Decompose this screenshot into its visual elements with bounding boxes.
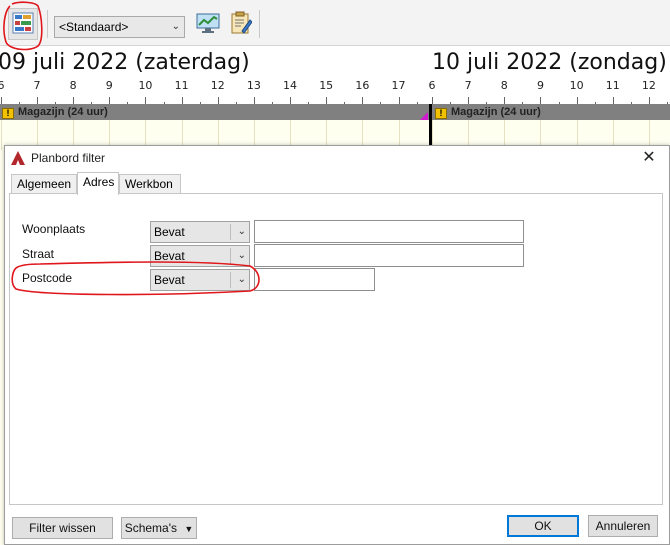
hour-label: 6 [428, 79, 436, 92]
monitor-button[interactable] [193, 8, 223, 40]
planbord-filter-button[interactable] [8, 8, 38, 40]
hour-label: 9 [536, 79, 544, 92]
hour-label: 7 [464, 79, 472, 92]
warning-icon: ! [435, 108, 447, 119]
straat-label: Straat [22, 247, 55, 261]
tab-adres[interactable]: Adres [77, 172, 119, 195]
resource-name: Magazijn (24 uur) [451, 106, 541, 118]
schemas-dropdown-button[interactable]: Schema's ▼ [121, 517, 197, 539]
dialog-titlebar: Planbord filter ✕ [5, 146, 669, 170]
hour-label: 9 [105, 79, 113, 92]
toolbar-separator [47, 10, 48, 38]
app-logo-icon [11, 151, 25, 168]
toolbar: <Standaard> ⌄ [0, 0, 670, 46]
hour-label: 11 [605, 79, 620, 92]
hour-label: 6 [0, 79, 5, 92]
hour-label: 13 [246, 79, 261, 92]
clipboard-edit-icon [230, 11, 253, 38]
view-select-value: <Standaard> [59, 20, 129, 34]
straat-operator-select[interactable]: Bevat ⌄ [150, 245, 250, 267]
planbord-filter-dialog: Planbord filter ✕ Algemeen Adres Werkbon… [4, 145, 670, 545]
tab-werkbon[interactable]: Werkbon [119, 174, 181, 194]
combo-divider [230, 272, 231, 288]
woonplaats-operator-select[interactable]: Bevat ⌄ [150, 221, 250, 243]
hour-label: 10 [569, 79, 584, 92]
close-icon[interactable]: ✕ [639, 148, 659, 168]
hour-label: 16 [355, 79, 370, 92]
current-time-marker [420, 112, 428, 120]
grid-line [1, 120, 2, 150]
annuleren-button[interactable]: Annuleren [588, 515, 658, 537]
day-label-sunday: 10 juli 2022 (zondag) [432, 50, 667, 75]
warning-icon: ! [2, 108, 14, 119]
hour-scale: 6 7 8 9 10 11 12 13 14 15 16 17 6 7 8 9 10 11 12 [0, 76, 670, 106]
current-time-line [429, 104, 432, 146]
hour-label: 12 [210, 79, 225, 92]
resource-name: Magazijn (24 uur) [18, 106, 108, 118]
postcode-operator-select[interactable]: Bevat ⌄ [150, 269, 250, 291]
postcode-input[interactable] [254, 268, 375, 291]
postcode-label: Postcode [22, 271, 73, 285]
straat-operator-value: Bevat [154, 249, 185, 263]
dialog-title: Planbord filter [31, 151, 106, 165]
view-select[interactable]: <Standaard> ⌄ [54, 16, 185, 38]
chevron-down-icon: ⌄ [237, 226, 246, 237]
hour-label: 8 [500, 79, 508, 92]
hour-label: 7 [33, 79, 41, 92]
postcode-operator-value: Bevat [154, 273, 185, 287]
woonplaats-label: Woonplaats [22, 222, 86, 236]
resource-label: ! Magazijn (24 uur) [2, 104, 108, 120]
day-label-saturday: 09 juli 2022 (zaterdag) [0, 50, 250, 75]
schemas-label: Schema's [124, 521, 178, 535]
clipboard-button[interactable] [226, 8, 256, 40]
planbord-window: <Standaard> ⌄ 09 juli 2022 (zaterdag) 10… [0, 0, 670, 545]
combo-divider [230, 248, 231, 264]
chevron-down-icon: ⌄ [171, 21, 180, 32]
tab-algemeen[interactable]: Algemeen [11, 174, 77, 194]
adres-tab-panel: Woonplaats Bevat ⌄ Straat Bevat ⌄ Postco… [9, 193, 663, 505]
monitor-chart-icon [196, 12, 220, 37]
hour-label: 15 [319, 79, 334, 92]
hour-label: 10 [138, 79, 153, 92]
hour-label: 8 [69, 79, 77, 92]
hour-label: 11 [174, 79, 189, 92]
hour-label: 14 [283, 79, 298, 92]
combo-divider [230, 224, 231, 240]
filter-wissen-button[interactable]: Filter wissen [12, 517, 113, 539]
woonplaats-input[interactable] [254, 220, 524, 243]
ok-button[interactable]: OK [507, 515, 579, 537]
chevron-down-icon: ⌄ [237, 250, 246, 261]
hour-label: 12 [641, 79, 656, 92]
straat-input[interactable] [254, 244, 524, 267]
woonplaats-operator-value: Bevat [154, 225, 185, 239]
caret-down-icon: ▼ [184, 524, 194, 534]
planbord-filter-icon [12, 12, 34, 37]
toolbar-separator [259, 10, 260, 38]
hour-label: 17 [391, 79, 406, 92]
date-header: 09 juli 2022 (zaterdag) 10 juli 2022 (zo… [0, 46, 670, 78]
chevron-down-icon: ⌄ [237, 274, 246, 285]
resource-bar[interactable]: ! Magazijn (24 uur) ! Magazijn (24 uur) [0, 104, 670, 120]
resource-label: ! Magazijn (24 uur) [435, 104, 541, 120]
